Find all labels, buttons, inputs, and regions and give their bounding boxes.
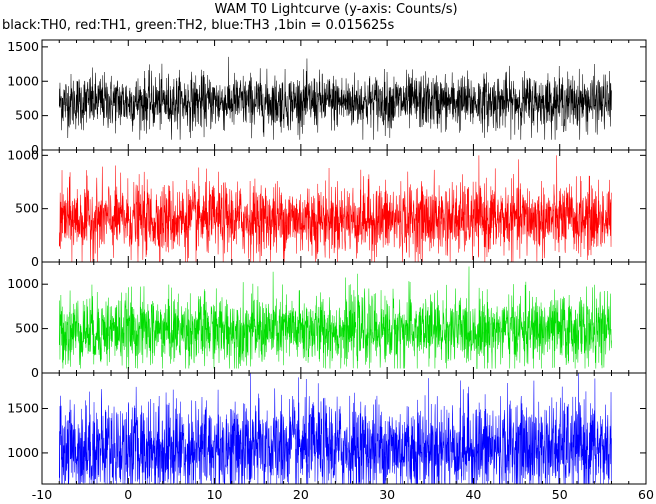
y-tick-label: 0 <box>31 365 39 380</box>
panel-th2: 0 500 1000 <box>7 261 647 380</box>
panels: 050010001500050010000500100010001500 <box>7 39 647 485</box>
x-tick-label: 10 <box>207 487 223 502</box>
series-line-th3 <box>58 372 612 485</box>
chart-title: WAM T0 Lightcurve (y-axis: Counts/s) <box>214 2 457 17</box>
y-tick-label: 1500 <box>7 39 39 54</box>
series-line-th0 <box>58 56 612 140</box>
x-tick-label: 40 <box>465 487 481 502</box>
y-tick-label: 500 <box>15 321 39 336</box>
panel-th1: 0 500 1000 <box>7 147 647 269</box>
x-tick-label: 20 <box>293 487 309 502</box>
y-tick-label: 1000 <box>7 276 39 291</box>
y-tick-label: 0 <box>31 254 39 269</box>
x-tick-label: -10 <box>32 487 52 502</box>
y-tick-label: 1000 <box>7 445 39 460</box>
series-line-th1 <box>58 155 612 263</box>
chart-subtitle: black:TH0, red:TH1, green:TH2, blue:TH3 … <box>2 18 395 33</box>
series-line-th2 <box>58 266 612 369</box>
x-axis: -10 0 10 20 30 40 50 60 <box>32 487 654 502</box>
y-tick-label: 1000 <box>7 147 39 162</box>
panel-th0: 050010001500 <box>7 39 647 157</box>
y-tick-label: 1500 <box>7 401 39 416</box>
x-tick-label: 30 <box>379 487 395 502</box>
panel-th3: 1000 1500 <box>7 372 647 485</box>
x-tick-label: 0 <box>124 487 132 502</box>
y-tick-label: 500 <box>15 201 39 216</box>
x-tick-label: 60 <box>638 487 654 502</box>
x-tick-label: 50 <box>552 487 568 502</box>
lightcurve-chart: WAM T0 Lightcurve (y-axis: Counts/s) bla… <box>2 2 654 502</box>
y-tick-label: 500 <box>15 108 39 123</box>
y-tick-label: 1000 <box>7 73 39 88</box>
